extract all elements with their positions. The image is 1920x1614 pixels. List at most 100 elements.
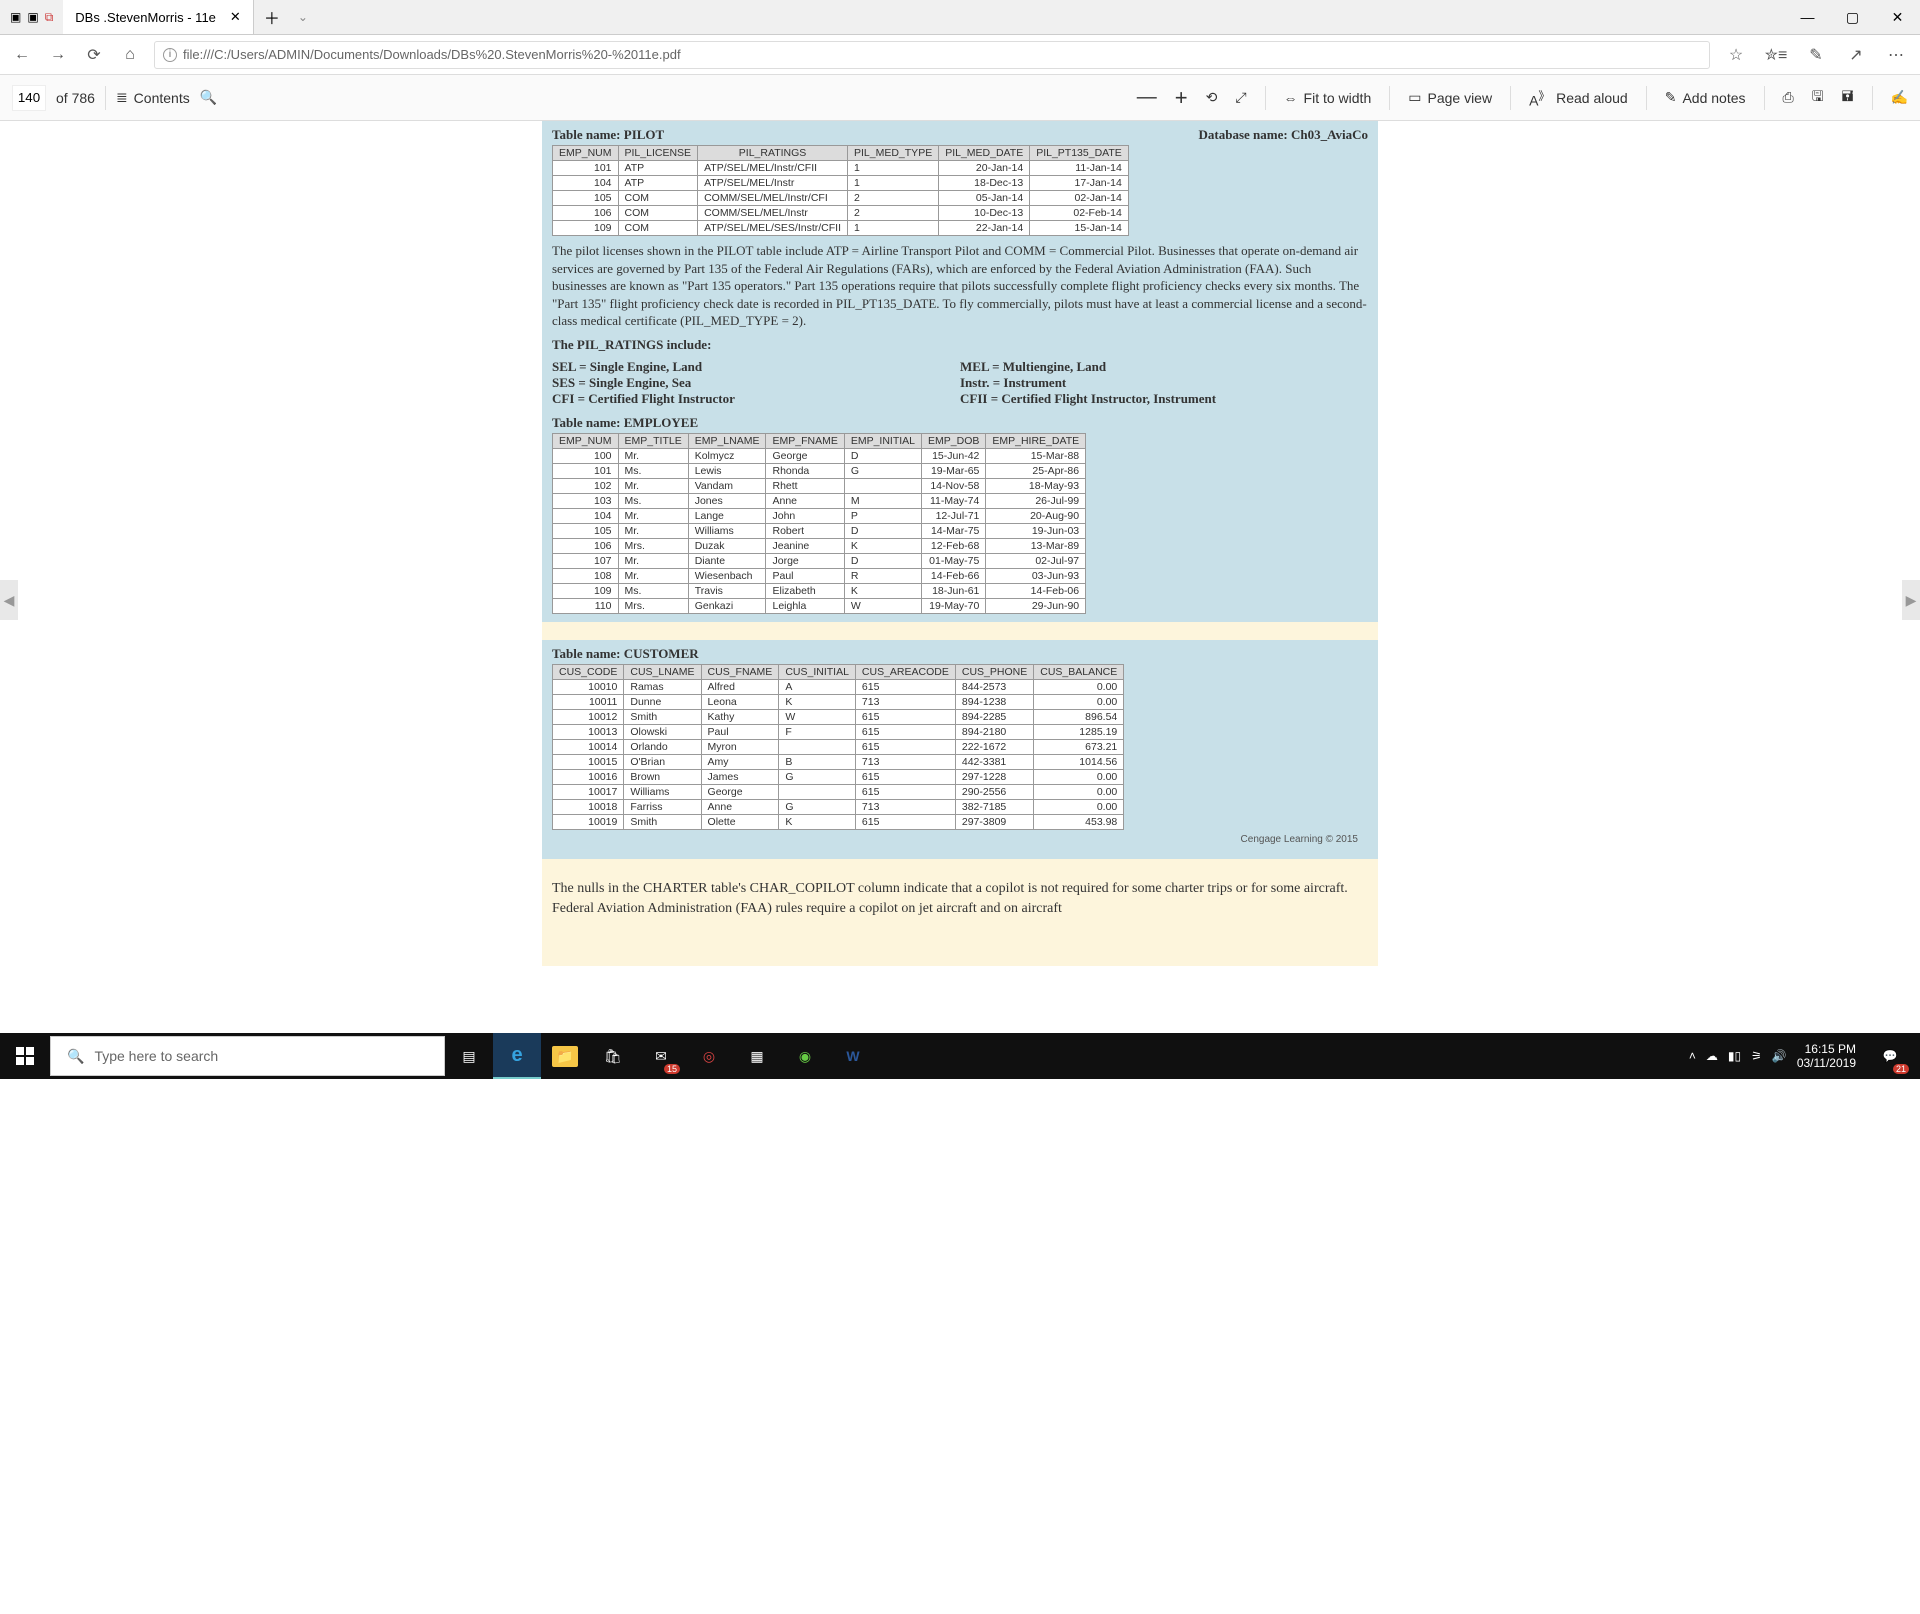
- address-bar[interactable]: i file:///C:/Users/ADMIN/Documents/Downl…: [154, 41, 1710, 69]
- onedrive-icon[interactable]: ☁: [1706, 1049, 1718, 1063]
- search-placeholder: Type here to search: [94, 1048, 218, 1064]
- table-row: 109Ms.TravisElizabethK18-Jun-6114-Feb-06: [553, 584, 1086, 599]
- table-row: 100Mr.KolmyczGeorgeD15-Jun-4215-Mar-88: [553, 449, 1086, 464]
- employee-title: Table name: EMPLOYEE: [552, 415, 1368, 431]
- copyright-text: Cengage Learning © 2015: [552, 830, 1368, 851]
- wifi-icon[interactable]: ⚞: [1751, 1049, 1762, 1063]
- taskbar-search[interactable]: 🔍 Type here to search: [50, 1036, 445, 1076]
- table-header: CUS_FNAME: [701, 665, 779, 680]
- table-row: 10019SmithOletteK615297-3809453.98: [553, 815, 1124, 830]
- app-icon-grid[interactable]: ▦: [733, 1033, 781, 1079]
- table-header: EMP_NUM: [553, 146, 619, 161]
- browser-tab[interactable]: DBs .StevenMorris - 11e ✕: [63, 0, 254, 34]
- table-row: 101Ms.LewisRhondaG19-Mar-6525-Apr-86: [553, 464, 1086, 479]
- table-header: PIL_RATINGS: [698, 146, 848, 161]
- close-tab-icon[interactable]: ✕: [230, 9, 241, 25]
- pilot-title: Table name: PILOT: [552, 127, 664, 143]
- page-view-button[interactable]: ▭Page view: [1408, 89, 1492, 106]
- fit-width-button[interactable]: ⇔Fit to width: [1284, 90, 1372, 106]
- explorer-icon[interactable]: 📁: [541, 1033, 589, 1079]
- task-view-icon[interactable]: ▤: [445, 1033, 493, 1079]
- star-icon[interactable]: ☆: [1722, 45, 1750, 65]
- saveas-icon[interactable]: 🖬: [1842, 86, 1854, 110]
- tab-title: DBs .StevenMorris - 11e: [75, 10, 216, 25]
- highlighter-icon[interactable]: ✍: [1891, 89, 1908, 106]
- table-row: 103Ms.JonesAnneM11-May-7426-Jul-99: [553, 494, 1086, 509]
- fit-icon: ⇔: [1284, 90, 1298, 106]
- app-icon-red[interactable]: ◎: [685, 1033, 733, 1079]
- table-row: 101ATPATP/SEL/MEL/Instr/CFII120-Jan-1411…: [553, 161, 1129, 176]
- notif-badge: 21: [1893, 1064, 1909, 1074]
- customer-title: Table name: CUSTOMER: [552, 646, 1368, 662]
- save-icon[interactable]: 🖫: [1812, 86, 1824, 110]
- word-icon[interactable]: W: [829, 1033, 877, 1079]
- new-tab-button[interactable]: ＋: [254, 5, 290, 29]
- minimize-button[interactable]: —: [1785, 0, 1830, 35]
- title-bar: ▣ ▣ ⧉ DBs .StevenMorris - 11e ✕ ＋ ⌄ — ▢ …: [0, 0, 1920, 35]
- table-header: EMP_TITLE: [618, 434, 688, 449]
- refresh-button[interactable]: ⟳: [82, 43, 106, 67]
- rotate-button[interactable]: ⟲: [1206, 89, 1218, 106]
- battery-icon[interactable]: ▮▯: [1728, 1049, 1741, 1063]
- store-icon[interactable]: 🛍: [589, 1033, 637, 1079]
- action-center-icon[interactable]: 💬21: [1866, 1033, 1914, 1079]
- table-row: 107Mr.DianteJorgeD01-May-7502-Jul-97: [553, 554, 1086, 569]
- table-row: 10010RamasAlfredA615844-25730.00: [553, 680, 1124, 695]
- info-icon: i: [163, 48, 177, 62]
- pdf-viewport[interactable]: Table name: PILOT Database name: Ch03_Av…: [0, 121, 1920, 966]
- zoom-out-button[interactable]: —: [1137, 86, 1157, 109]
- share-icon[interactable]: ↗: [1842, 45, 1870, 65]
- pen-icon: ✎: [1665, 89, 1677, 106]
- table-header: CUS_INITIAL: [779, 665, 856, 680]
- edge-icon[interactable]: e: [493, 1033, 541, 1079]
- taskbar-clock[interactable]: 16:15 PM 03/11/2019: [1797, 1042, 1856, 1071]
- page-number-input[interactable]: [12, 85, 46, 111]
- table-header: PIL_PT135_DATE: [1030, 146, 1129, 161]
- table-row: 105COMCOMM/SEL/MEL/Instr/CFI205-Jan-1402…: [553, 191, 1129, 206]
- table-header: EMP_DOB: [922, 434, 986, 449]
- home-button[interactable]: ⌂: [118, 43, 142, 67]
- table-row: 10014OrlandoMyron615222-1672673.21: [553, 740, 1124, 755]
- table-header: CUS_BALANCE: [1034, 665, 1124, 680]
- database-name: Database name: Ch03_AviaCo: [1199, 127, 1368, 143]
- back-button[interactable]: ←: [10, 43, 34, 67]
- table-row: 10011DunneLeonaK713894-12380.00: [553, 695, 1124, 710]
- expand-button[interactable]: ⤢: [1235, 89, 1246, 106]
- next-page-arrow[interactable]: ▶: [1902, 580, 1920, 620]
- system-tray: ˄ ☁ ▮▯ ⚞ 🔊 16:15 PM 03/11/2019 💬21: [1689, 1033, 1920, 1079]
- table-row: 106Mrs.DuzakJeanineK12-Feb-6813-Mar-89: [553, 539, 1086, 554]
- add-notes-button[interactable]: ✎Add notes: [1665, 89, 1746, 106]
- print-icon[interactable]: ⎙: [1783, 89, 1794, 106]
- ratings-left-col: SEL = Single Engine, LandSES = Single En…: [552, 359, 960, 407]
- mail-icon[interactable]: ✉15: [637, 1033, 685, 1079]
- ratings-right-col: MEL = Multiengine, LandInstr. = Instrume…: [960, 359, 1368, 407]
- close-window-button[interactable]: ✕: [1875, 0, 1920, 35]
- read-aloud-button[interactable]: A》Read aloud: [1529, 87, 1628, 109]
- favorites-icon[interactable]: ✮≡: [1762, 45, 1790, 65]
- reading-icon[interactable]: ✎: [1802, 45, 1830, 65]
- table-header: PIL_MED_DATE: [939, 146, 1030, 161]
- footnote-text: The nulls in the CHARTER table's CHAR_CO…: [542, 865, 1378, 918]
- zoom-in-button[interactable]: +: [1175, 85, 1188, 111]
- more-icon[interactable]: ⋯: [1882, 45, 1910, 65]
- prev-page-arrow[interactable]: ◀: [0, 580, 18, 620]
- tray-chevron-icon[interactable]: ˄: [1689, 1049, 1696, 1063]
- table-row: 10015O'BrianAmyB713442-33811014.56: [553, 755, 1124, 770]
- app-icon-green[interactable]: ◉: [781, 1033, 829, 1079]
- table-header: EMP_FNAME: [766, 434, 844, 449]
- maximize-button[interactable]: ▢: [1830, 0, 1875, 35]
- table-row: 10017WilliamsGeorge615290-25560.00: [553, 785, 1124, 800]
- tab-chevron[interactable]: ⌄: [290, 10, 316, 24]
- table-row: 10013OlowskiPaulF615894-21801285.19: [553, 725, 1124, 740]
- table-row: 108Mr.WiesenbachPaulR14-Feb-6603-Jun-93: [553, 569, 1086, 584]
- nav-bar: ← → ⟳ ⌂ i file:///C:/Users/ADMIN/Documen…: [0, 35, 1920, 75]
- table-header: EMP_LNAME: [688, 434, 766, 449]
- forward-button[interactable]: →: [46, 43, 70, 67]
- contents-button[interactable]: ≣ Contents: [116, 89, 190, 106]
- address-text: file:///C:/Users/ADMIN/Documents/Downloa…: [183, 47, 681, 62]
- table-row: 110Mrs.GenkaziLeighlaW19-May-7029-Jun-90: [553, 599, 1086, 614]
- find-icon[interactable]: 🔍: [200, 89, 217, 106]
- volume-icon[interactable]: 🔊: [1772, 1049, 1787, 1063]
- table-row: 104ATPATP/SEL/MEL/Instr118-Dec-1317-Jan-…: [553, 176, 1129, 191]
- start-button[interactable]: [0, 1047, 50, 1065]
